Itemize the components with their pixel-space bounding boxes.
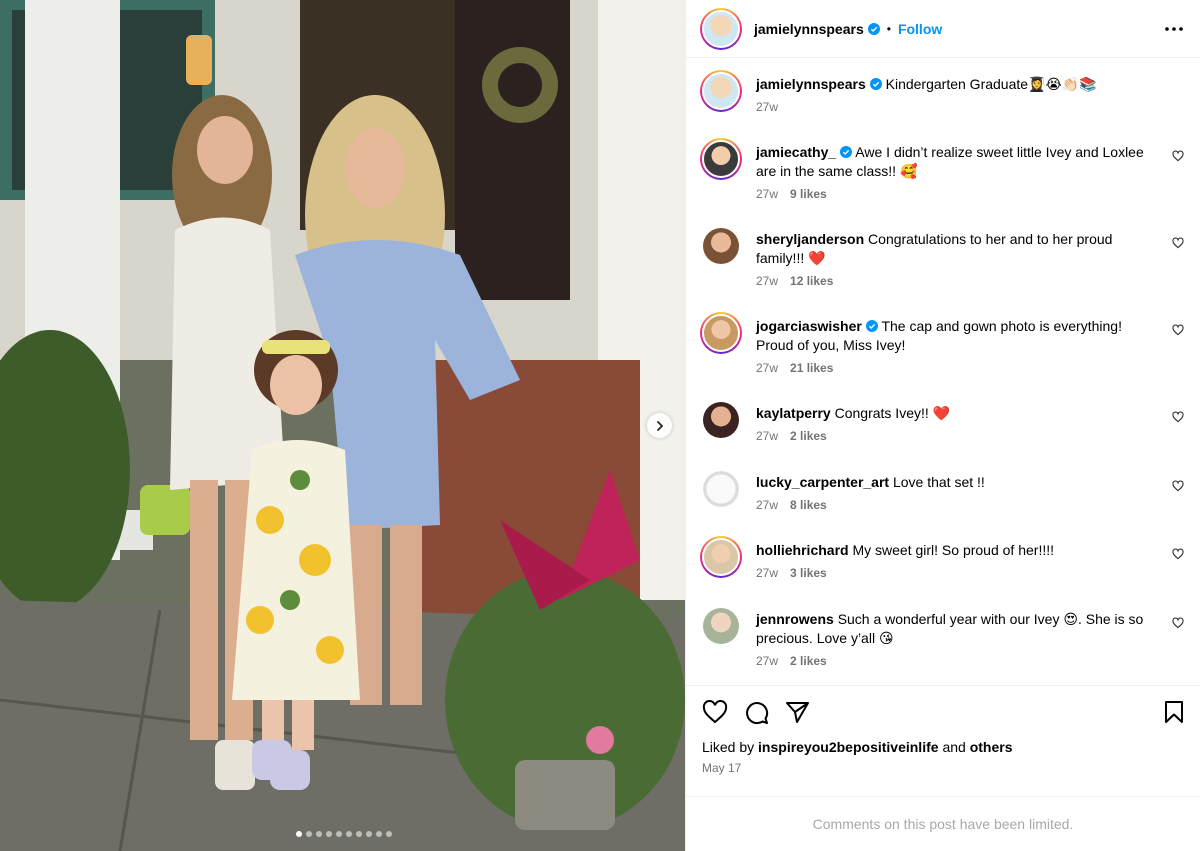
verified-badge-icon — [869, 78, 882, 91]
photo-image: L C O M E — [0, 0, 685, 851]
post-photo[interactable]: L C O M E — [0, 0, 685, 851]
comments-list: jamielynnspears Kindergarten Graduate👩‍🎓… — [686, 58, 1200, 685]
comment-time[interactable]: 27w — [756, 187, 778, 201]
comment-like-heart-icon[interactable] — [1172, 324, 1184, 336]
more-horizontal-icon — [1165, 26, 1183, 31]
comment-username[interactable]: kaylatperry — [756, 405, 831, 421]
comment-like-heart-icon[interactable] — [1172, 411, 1184, 423]
comment-row: jamiecathy_ Awe I didn’t realize sweet l… — [700, 138, 1184, 225]
carousel-dot — [325, 831, 332, 837]
comment-row: jogarciaswisher The cap and gown photo i… — [700, 312, 1184, 399]
avatar[interactable] — [703, 470, 739, 507]
carousel-indicator — [0, 831, 685, 837]
bookmark-icon[interactable] — [1164, 700, 1184, 724]
comment-text: Congrats Ivey!! ❤️ — [834, 405, 951, 422]
liked-by-user[interactable]: inspireyou2bepositiveinlife — [758, 739, 939, 755]
follow-button[interactable]: Follow — [898, 21, 942, 37]
liked-by-others[interactable]: others — [970, 739, 1013, 755]
comment-row: lucky_carpenter_art Love that set !! 27w 8… — [700, 468, 1184, 537]
comment-username[interactable]: sheryljanderson — [756, 231, 864, 247]
more-options-button[interactable] — [1162, 17, 1186, 41]
comment-likes[interactable]: 8 likes — [790, 498, 827, 512]
post-date[interactable]: May 17 — [702, 761, 1184, 775]
comment-like-heart-icon[interactable] — [1172, 150, 1184, 162]
carousel-dot — [375, 831, 382, 837]
comment-time[interactable]: 27w — [756, 361, 778, 375]
comment-like-heart-icon[interactable] — [1172, 237, 1184, 249]
verified-badge-icon — [867, 22, 880, 35]
carousel-dot — [345, 831, 352, 837]
comment-like-heart-icon[interactable] — [1172, 480, 1184, 492]
comment-row: sheryljanderson Congratulations to her a… — [700, 225, 1184, 312]
caption-text: Kindergarten Graduate👩‍🎓😭👏🏻📚 — [885, 76, 1097, 93]
caption-row: jamielynnspears Kindergarten Graduate👩‍🎓… — [700, 70, 1184, 125]
comment-time[interactable]: 27w — [756, 498, 778, 512]
comment-time[interactable]: 27w — [756, 654, 778, 668]
carousel-dot — [335, 831, 342, 837]
carousel-dot — [295, 831, 302, 837]
liked-by-and: and — [942, 738, 966, 755]
verified-badge-icon — [840, 146, 853, 159]
carousel-dot — [355, 831, 362, 837]
comment-username[interactable]: jogarciaswisher — [756, 318, 862, 334]
avatar[interactable] — [700, 138, 742, 181]
heart-icon[interactable] — [702, 700, 728, 724]
comment-likes[interactable]: 12 likes — [790, 274, 833, 288]
comment-username[interactable]: lucky_carpenter_art — [756, 474, 889, 490]
avatar[interactable] — [700, 7, 742, 50]
comment-username[interactable]: holliehrichard — [756, 542, 849, 558]
comment-like-heart-icon[interactable] — [1172, 617, 1184, 629]
caption-username[interactable]: jamielynnspears — [756, 76, 866, 92]
header-separator: • — [886, 21, 891, 36]
comments-limited-notice: Comments on this post have been limited. — [686, 795, 1200, 851]
liked-by-prefix: Liked by — [702, 738, 755, 755]
chevron-right-icon — [656, 420, 663, 431]
avatar[interactable] — [700, 312, 742, 355]
avatar[interactable] — [700, 536, 742, 579]
avatar[interactable] — [703, 228, 739, 265]
instagram-post: L C O M E — [0, 0, 1200, 851]
comment-time[interactable]: 27w — [756, 429, 778, 443]
comment-like-heart-icon[interactable] — [1172, 548, 1184, 560]
comment-likes[interactable]: 2 likes — [790, 429, 827, 443]
liked-by: Liked by inspireyou2bepositiveinlife and… — [702, 739, 1184, 755]
comment-likes[interactable]: 21 likes — [790, 361, 833, 375]
carousel-dot — [365, 831, 372, 837]
comment-row: jennrowens Such a wonderful year with ou… — [700, 605, 1184, 685]
comment-text: My sweet girl! So proud of her!!!! — [852, 542, 1054, 559]
comment-row: holliehrichard My sweet girl! So proud o… — [700, 536, 1184, 605]
avatar[interactable] — [703, 402, 739, 439]
comment-likes[interactable]: 2 likes — [790, 654, 827, 668]
post-header: jamielynnspears • Follow — [686, 0, 1200, 59]
comment-text: Love that set !! — [892, 473, 985, 490]
share-icon[interactable] — [785, 701, 810, 724]
carousel-dot — [385, 831, 392, 837]
comment-time[interactable]: 27w — [756, 274, 778, 288]
comment-time[interactable]: 27w — [756, 566, 778, 580]
comment-likes[interactable]: 3 likes — [790, 566, 827, 580]
post-sidebar: jamielynnspears • Follow jamielynnspears… — [685, 0, 1200, 851]
carousel-dot — [315, 831, 322, 837]
caption-time[interactable]: 27w — [756, 100, 778, 114]
comment-likes[interactable]: 9 likes — [790, 187, 827, 201]
post-actions: Liked by inspireyou2bepositiveinlife and… — [686, 684, 1200, 796]
avatar[interactable] — [703, 608, 739, 645]
comment-username[interactable]: jamiecathy_ — [756, 144, 836, 160]
header-username[interactable]: jamielynnspears — [754, 21, 864, 37]
carousel-dot — [305, 831, 312, 837]
avatar[interactable] — [700, 70, 742, 113]
comment-row: kaylatperry Congrats Ivey!! ❤️ 27w 2 likes — [700, 399, 1184, 468]
verified-badge-icon — [865, 320, 878, 333]
comment-username[interactable]: jennrowens — [756, 611, 834, 627]
comment-icon[interactable] — [744, 700, 769, 725]
next-photo-button[interactable] — [647, 413, 672, 438]
